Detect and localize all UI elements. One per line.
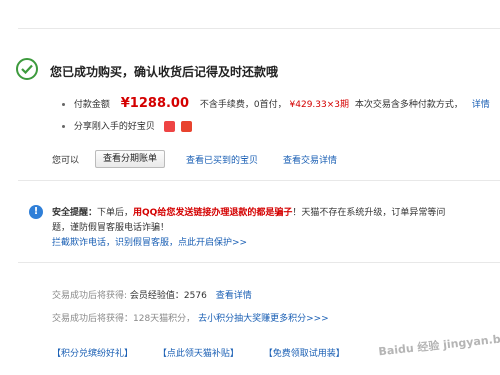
- points-link[interactable]: 去小积分抽大奖赚更多积分>>>: [198, 314, 329, 324]
- bullet-icon: [62, 125, 65, 128]
- security-warning: 用QQ给您发送链接办理退款的都是骗子: [133, 208, 293, 218]
- view-bought-link[interactable]: 查看已买到的宝贝: [186, 153, 258, 166]
- security-text-1: 下单后，: [97, 208, 134, 218]
- view-installment-button[interactable]: 查看分期账单: [95, 150, 166, 168]
- bullet-icon: [62, 103, 65, 106]
- protection-link[interactable]: 拦截欺诈电话，识别假冒客服，点此开启保护>>: [52, 235, 247, 248]
- exp-row: 交易成功后将获得: 会员经验值：2576 查看详情: [52, 288, 252, 301]
- points-text: 交易成功后将获得：128天猫积分，: [52, 314, 196, 324]
- exp-label: 交易成功后将获得:: [52, 291, 128, 301]
- section-divider: [18, 262, 500, 263]
- weibo-icon[interactable]: [180, 121, 192, 132]
- view-trade-link[interactable]: 查看交易详情: [283, 153, 337, 166]
- success-title: 您已成功购买，确认收货后记得及时还款哦: [50, 65, 279, 79]
- bottom-links: 【积分兑缤纷好礼】 【点此领天猫补贴】 【免费领取试用装】: [52, 346, 367, 359]
- points-exchange-link[interactable]: 【积分兑缤纷好礼】: [52, 349, 133, 359]
- security-line-1: 安全提醒：下单后，用QQ给您发送链接办理退款的都是骗子！天猫不存在系统升级，订单…: [52, 205, 445, 218]
- picture-share-icon[interactable]: [163, 121, 175, 132]
- success-check-icon: [16, 58, 38, 80]
- security-prefix: 安全提醒：: [52, 208, 98, 218]
- top-divider: [18, 28, 500, 29]
- payment-label: 付款金额: [73, 100, 110, 110]
- info-icon: !: [29, 205, 43, 219]
- payment-row: 付款金额 ¥1288.00 不含手续费，0首付， ¥429.33×3期 本次交易…: [62, 96, 490, 111]
- baidu-watermark: Baidu 经验 jingyan.baidu.com: [377, 326, 500, 359]
- payment-details-link[interactable]: 详情: [472, 100, 490, 110]
- security-line-2: 题，谨防假冒客服电话诈骗！: [52, 223, 170, 233]
- payment-amount: ¥1288.00: [120, 96, 190, 111]
- payment-fee-text: 不含手续费，0首付，: [199, 100, 287, 110]
- section-divider: [18, 180, 500, 181]
- installment-amount: ¥429.33×3期: [289, 100, 350, 110]
- installment-note: 本次交易含多种付款方式，: [354, 100, 463, 110]
- free-trial-link[interactable]: 【免费领取试用装】: [264, 349, 345, 359]
- actions-label: 您可以: [52, 156, 80, 166]
- share-row: 分享刚入手的好宝贝: [62, 119, 192, 132]
- subsidy-link[interactable]: 【点此领天猫补贴】: [158, 349, 239, 359]
- exp-text: 会员经验值：2576: [129, 291, 207, 301]
- points-row: 交易成功后将获得：128天猫积分， 去小积分抽大奖赚更多积分>>>: [52, 311, 329, 324]
- security-text-2: ！天猫不存在系统升级，订单异常等问: [292, 208, 446, 218]
- exp-details-link[interactable]: 查看详情: [216, 291, 252, 301]
- share-label: 分享刚入手的好宝贝: [73, 122, 155, 132]
